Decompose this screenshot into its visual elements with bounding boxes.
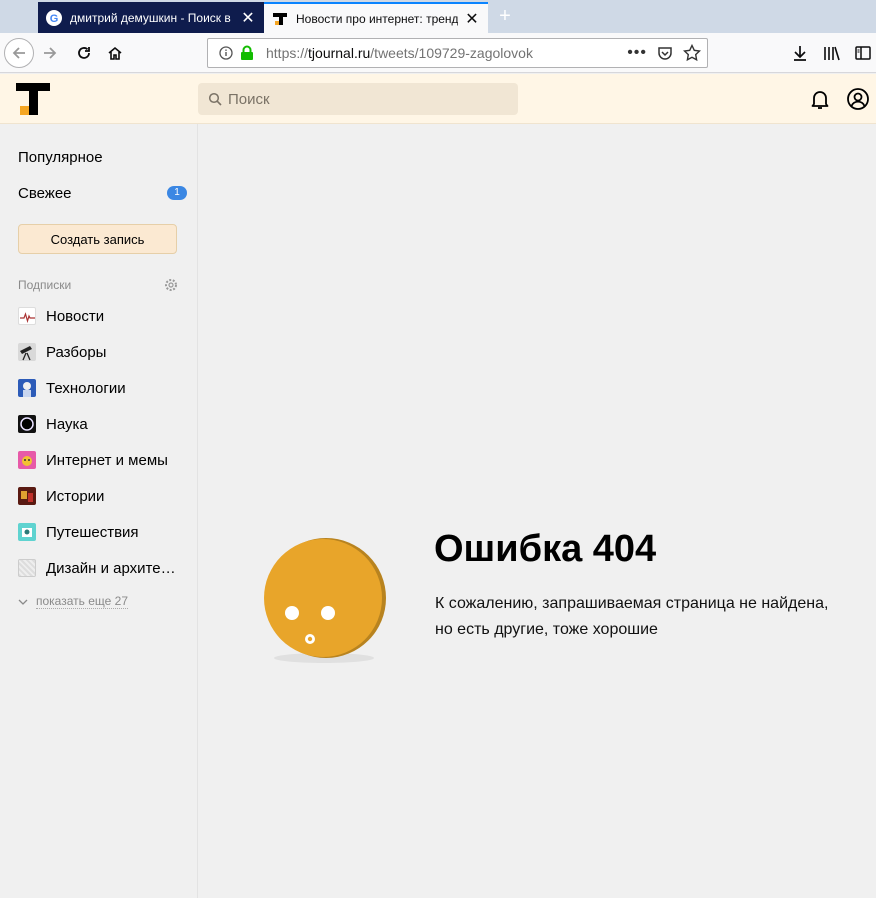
url-bar[interactable]: https://tjournal.ru/tweets/109729-zagolo…	[207, 38, 708, 68]
sidebar-item-design[interactable]: Дизайн и архите…	[18, 558, 176, 578]
tjournal-logo[interactable]	[16, 82, 52, 118]
sidebar-item-tech[interactable]: Технологии	[18, 378, 126, 398]
news-icon	[18, 307, 36, 325]
sub-label: Разборы	[46, 343, 107, 361]
close-tab-icon[interactable]: ✕	[240, 10, 256, 27]
sidebar-item-analysis[interactable]: Разборы	[18, 342, 106, 362]
design-icon	[18, 559, 36, 577]
url-host: tjournal.ru	[308, 45, 371, 61]
sub-label: Путешествия	[46, 523, 139, 541]
chevron-down-icon	[18, 599, 28, 605]
sidebar-item-stories[interactable]: Истории	[18, 486, 104, 506]
tab-title: Новости про интернет: тренды	[296, 11, 458, 26]
home-button[interactable]	[101, 39, 129, 67]
url-scheme: https://	[266, 45, 309, 61]
url-path: /tweets/109729-zagolovok	[370, 45, 533, 61]
site-header: Поиск	[0, 74, 876, 124]
sidebar-item-fresh[interactable]: Свежее	[18, 185, 72, 202]
forward-arrow-icon	[44, 47, 57, 59]
browser-tab-strip: G дмитрий демушкин - Поиск в Google ✕ Но…	[0, 0, 876, 33]
error-message-line2: но есть другие, тоже хорошие	[435, 621, 658, 638]
error-message-line1: К сожалению, запрашиваемая страница не н…	[435, 595, 829, 612]
subscriptions-label: Подписки	[18, 278, 72, 292]
downloads-button[interactable]	[786, 39, 814, 67]
travel-icon	[18, 523, 36, 541]
svg-text:G: G	[50, 13, 59, 25]
user-profile-icon[interactable]	[846, 87, 870, 111]
lock-icon[interactable]	[238, 45, 256, 61]
search-placeholder: Поиск	[228, 90, 270, 108]
sub-label: Интернет и мемы	[46, 451, 168, 469]
download-icon	[794, 46, 806, 61]
tech-icon	[18, 379, 36, 397]
pocket-icon[interactable]	[657, 45, 673, 61]
science-icon	[18, 415, 36, 433]
google-icon: G	[46, 9, 62, 26]
show-more-text: показать еще 27	[36, 594, 128, 609]
back-arrow-icon	[12, 47, 25, 59]
settings-gear-icon[interactable]	[164, 278, 178, 292]
sidebar-icon	[855, 46, 871, 60]
sub-label: Новости	[46, 307, 105, 325]
sub-label: Дизайн и архите…	[46, 559, 176, 577]
sidebar-item-science[interactable]: Наука	[18, 414, 88, 434]
url-text: https://tjournal.ru/tweets/109729-zagolo…	[266, 45, 533, 61]
sub-label: Истории	[46, 487, 105, 505]
sidebar-item-memes[interactable]: Интернет и мемы	[18, 450, 168, 470]
browser-nav-bar: https://tjournal.ru/tweets/109729-zagolo…	[0, 33, 876, 73]
tab-title: дмитрий демушкин - Поиск в Google	[70, 10, 234, 25]
sidebar-item-travel[interactable]: Путешествия	[18, 522, 139, 542]
page-actions-icon[interactable]: •••	[627, 43, 647, 63]
reload-icon	[78, 47, 90, 59]
telescope-icon	[18, 343, 36, 361]
stories-icon	[18, 487, 36, 505]
show-more-link[interactable]: показать еще 27	[18, 594, 128, 609]
sidebar-toggle-button[interactable]	[849, 39, 876, 67]
sidebar: Популярное Свежее 1 Создать запись Подпи…	[0, 124, 198, 898]
reload-button[interactable]	[70, 39, 98, 67]
browser-tab-google[interactable]: G дмитрий демушкин - Поиск в Google ✕	[38, 2, 264, 33]
search-box[interactable]: Поиск	[198, 83, 518, 115]
error-title: Ошибка 404	[434, 528, 657, 570]
library-icon	[824, 46, 840, 61]
forward-button[interactable]	[36, 39, 64, 67]
error-mascot-icon	[262, 537, 387, 665]
fresh-count-badge: 1	[167, 186, 187, 200]
notifications-bell-icon[interactable]	[808, 87, 832, 111]
close-tab-icon[interactable]: ✕	[464, 11, 480, 28]
info-icon[interactable]	[214, 46, 238, 60]
new-tab-icon[interactable]: +	[493, 4, 517, 28]
tjournal-favicon-icon	[272, 11, 288, 27]
error-message: К сожалению, запрашиваемая страница не н…	[435, 591, 865, 643]
back-button[interactable]	[4, 38, 34, 68]
sidebar-item-popular[interactable]: Популярное	[18, 149, 103, 166]
bookmark-star-icon[interactable]	[683, 44, 701, 62]
home-icon	[108, 46, 122, 60]
sidebar-item-news[interactable]: Новости	[18, 306, 104, 326]
browser-tab-tjournal[interactable]: Новости про интернет: тренды ✕	[264, 2, 488, 33]
library-button[interactable]	[818, 39, 846, 67]
create-post-button[interactable]: Создать запись	[18, 224, 177, 254]
search-icon	[208, 92, 222, 106]
sub-label: Наука	[46, 415, 88, 433]
sub-label: Технологии	[46, 379, 126, 397]
memes-icon	[18, 451, 36, 469]
